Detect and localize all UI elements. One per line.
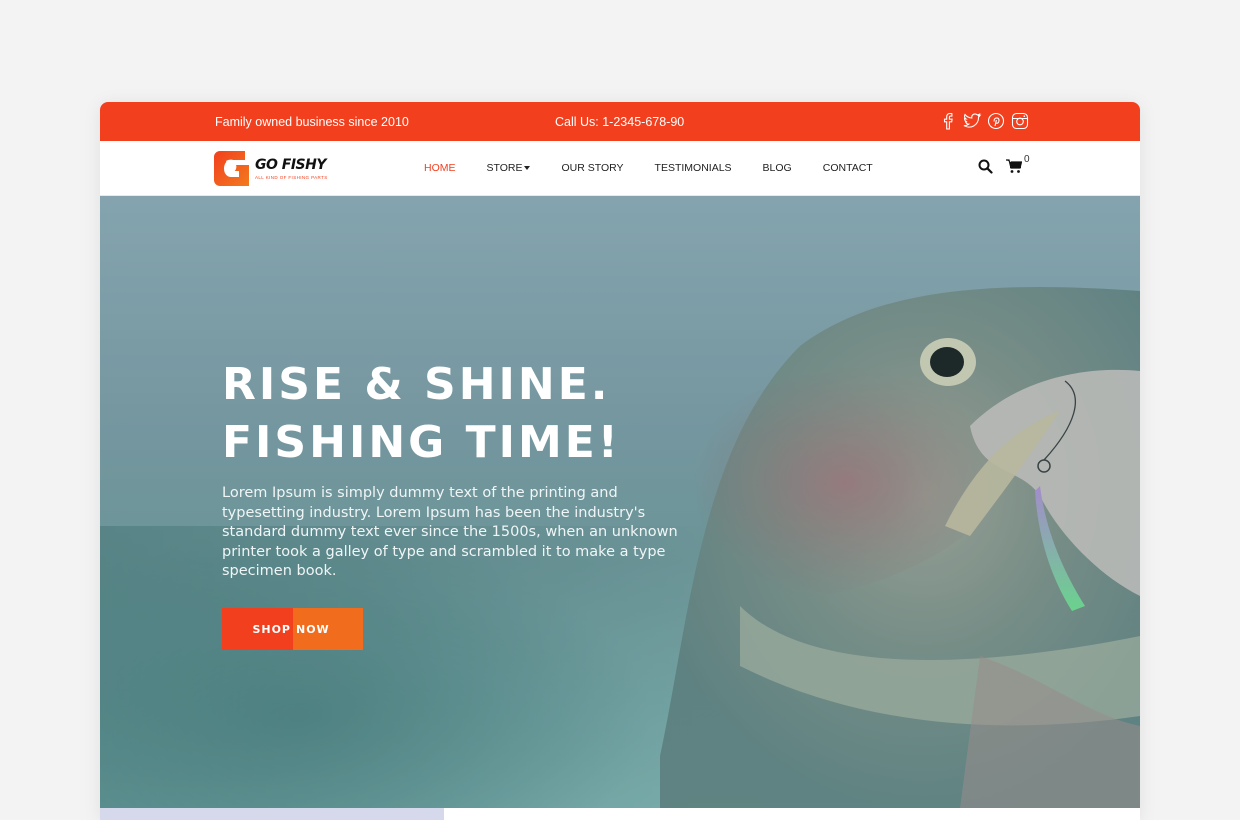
main-navbar: GO FISHY ALL KIND OF FISHING PARTS HOME … xyxy=(100,141,1140,196)
logo[interactable]: GO FISHY ALL KIND OF FISHING PARTS xyxy=(214,151,328,186)
twitter-icon[interactable] xyxy=(962,111,982,131)
top-bar: Family owned business since 2010 Call Us… xyxy=(100,102,1140,141)
cart-count: 0 xyxy=(1024,154,1030,165)
business-tagline: Family owned business since 2010 xyxy=(215,115,409,129)
caret-down-icon xyxy=(524,166,531,171)
brand-tagline: ALL KIND OF FISHING PARTS xyxy=(255,175,328,180)
nav-testimonials[interactable]: TESTIMONIALS xyxy=(655,162,732,174)
instagram-icon[interactable] xyxy=(1010,111,1030,131)
hero-title-line-2: FISHING TIME! xyxy=(222,417,621,468)
facebook-icon[interactable] xyxy=(938,111,958,131)
logo-fish-icon xyxy=(214,151,249,186)
main-menu: HOME STORE OUR STORY TESTIMONIALS BLOG C… xyxy=(424,162,904,174)
browser-frame: Family owned business since 2010 Call Us… xyxy=(100,102,1140,820)
shop-now-button-left: SHOP xyxy=(222,608,293,650)
hero-title: RISE & SHINE. FISHING TIME! xyxy=(222,356,682,472)
hero-description: Lorem Ipsum is simply dummy text of the … xyxy=(222,485,678,579)
phone-number[interactable]: Call Us: 1-2345-678-90 xyxy=(555,115,684,129)
search-icon[interactable] xyxy=(978,159,993,179)
shop-now-button-right: NOW xyxy=(293,608,363,650)
nav-store[interactable]: STORE xyxy=(487,162,531,174)
hero-content: RISE & SHINE. FISHING TIME! Lorem Ipsum … xyxy=(222,356,682,582)
nav-home[interactable]: HOME xyxy=(424,162,456,174)
next-section-preview xyxy=(100,808,1140,820)
pinterest-icon[interactable] xyxy=(986,111,1006,131)
social-links xyxy=(938,111,1030,131)
hero-banner: RISE & SHINE. FISHING TIME! Lorem Ipsum … xyxy=(100,196,1140,808)
hero-title-line-1: RISE & SHINE. xyxy=(222,359,611,410)
cart-icon[interactable] xyxy=(1006,159,1023,179)
nav-blog[interactable]: BLOG xyxy=(763,162,792,174)
nav-contact[interactable]: CONTACT xyxy=(823,162,873,174)
nav-store-label: STORE xyxy=(486,162,523,174)
nav-actions: 0 xyxy=(978,154,1030,179)
section-tab-preview xyxy=(100,808,444,820)
nav-our-story[interactable]: OUR STORY xyxy=(561,162,623,174)
brand-name: GO FISHY xyxy=(255,157,326,173)
shop-now-button[interactable]: SHOP NOW xyxy=(222,608,363,650)
